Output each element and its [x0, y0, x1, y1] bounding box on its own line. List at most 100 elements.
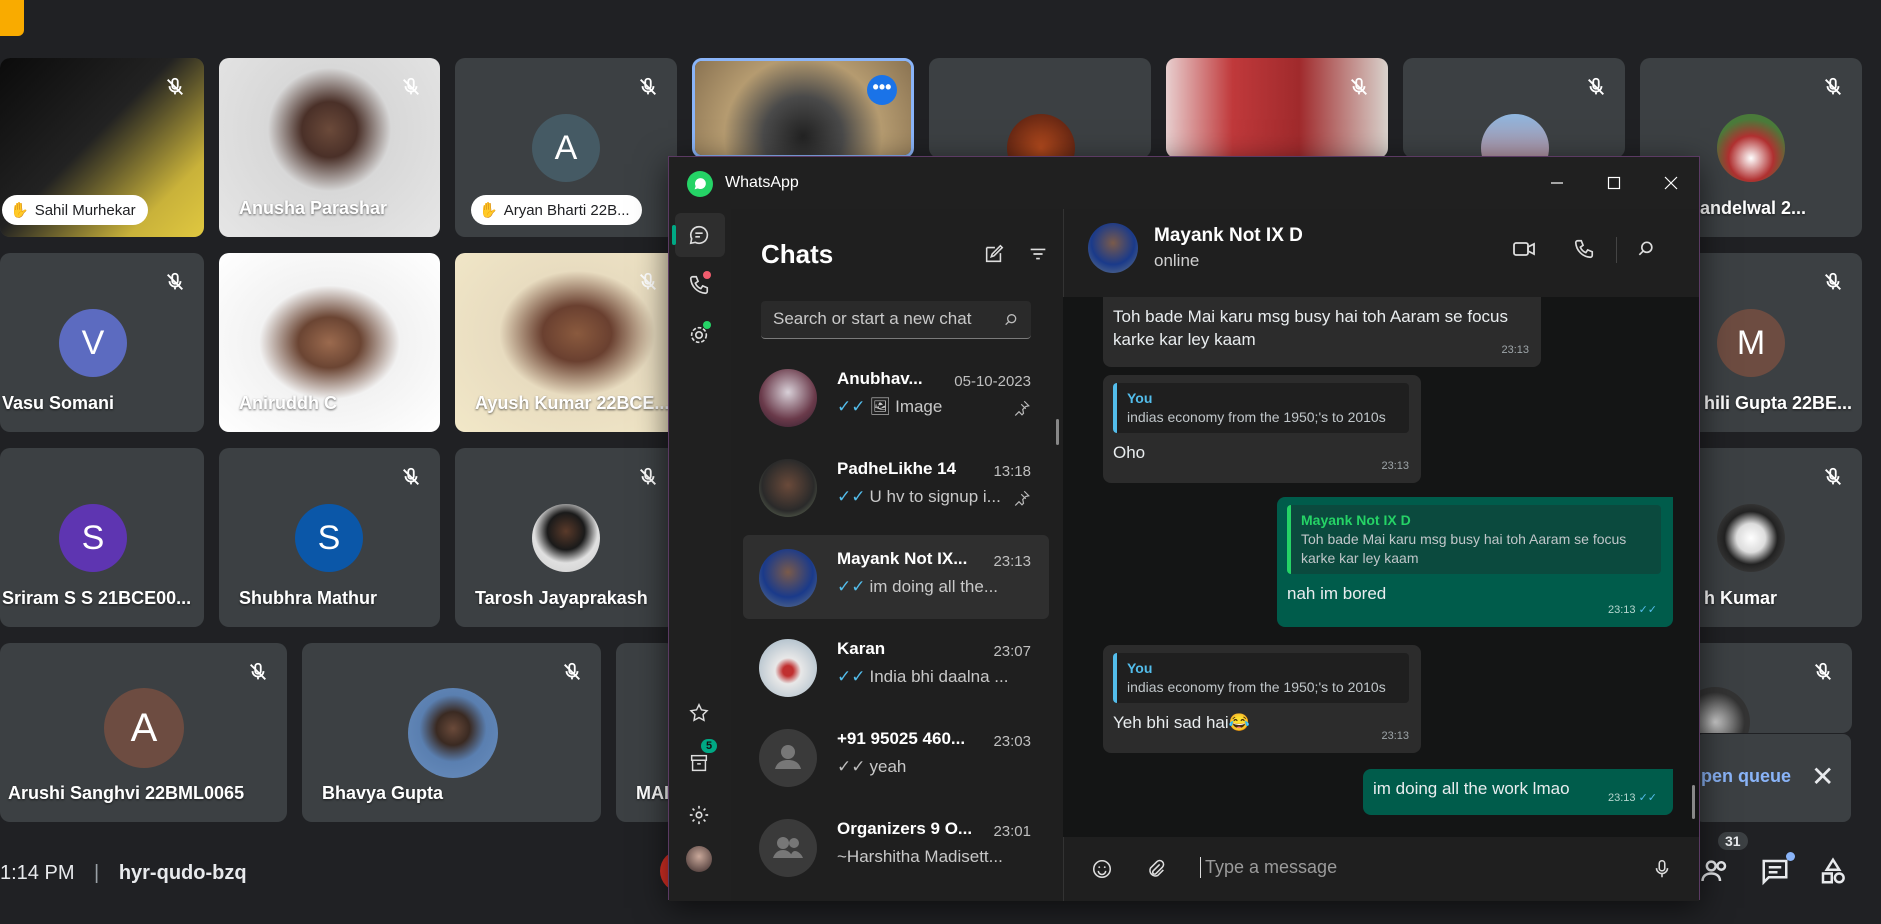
chat-preview-text: U hv to signup i...: [869, 487, 1001, 506]
participant-name: Ayush Kumar 22BCE...: [475, 393, 670, 413]
mic-off-icon: [403, 467, 419, 485]
shapes-icon: [1821, 857, 1845, 884]
message-time: 23:13: [1381, 730, 1409, 742]
people-button[interactable]: 31: [1700, 832, 1748, 892]
participant-tile[interactable]: ✋ Sahil Murhekar: [0, 58, 204, 237]
chat-list-item[interactable]: +91 95025 460... 23:03 ✓✓ yeah: [743, 715, 1049, 799]
conversation-header[interactable]: Mayank Not IX D online: [1063, 209, 1699, 297]
message-bubble-incoming[interactable]: Toh bade Mai karu msg busy hai toh Aaram…: [1103, 297, 1541, 367]
voice-call-button[interactable]: [1570, 235, 1598, 263]
message-bubble-outgoing[interactable]: Mayank Not IX D Toh bade Mai karu msg bus…: [1277, 497, 1673, 627]
close-icon: [1664, 176, 1678, 190]
participant-tile[interactable]: [1403, 58, 1625, 158]
whatsapp-window: WhatsApp 5 Chats Search or start a new c…: [668, 156, 1700, 901]
contact-avatar[interactable]: [1088, 223, 1138, 273]
participant-avatar: [1007, 114, 1075, 158]
notification-link[interactable]: pen queue: [1701, 766, 1791, 787]
participant-tile[interactable]: V Vasu Somani: [0, 253, 204, 432]
messages-scrollbar[interactable]: [1692, 785, 1695, 819]
more-options-icon[interactable]: •••: [867, 75, 897, 105]
read-ticks-icon: ✓✓: [837, 667, 866, 686]
quoted-message[interactable]: You indias economy from the 1950;'s to 20…: [1113, 383, 1409, 433]
chat-name: +91 95025 460...: [837, 729, 966, 748]
calls-tab[interactable]: [685, 271, 713, 299]
participant-name: Sriram S S 21BCE00...: [2, 588, 192, 608]
message-text: Toh bade Mai karu msg busy hai toh Aaram…: [1113, 307, 1508, 349]
chat-list-scrollbar[interactable]: [1056, 419, 1059, 445]
notification-card[interactable]: pen queue ✕: [1695, 734, 1851, 822]
chat-time: 23:03: [993, 733, 1031, 750]
participant-tile[interactable]: S Shubhra Mathur: [219, 448, 440, 627]
quoted-message[interactable]: Mayank Not IX D Toh bade Mai karu msg bus…: [1287, 505, 1661, 574]
chat-preview-text: yeah: [869, 757, 907, 776]
participant-name: Aniruddh C: [239, 393, 337, 413]
chats-tab[interactable]: [685, 221, 713, 249]
new-chat-button[interactable]: [983, 243, 1011, 271]
rail-active-indicator: [672, 225, 676, 245]
search-input[interactable]: Search or start a new chat: [761, 301, 1031, 339]
attach-button[interactable]: [1142, 855, 1170, 883]
participant-tile[interactable]: [1166, 58, 1388, 158]
activities-button[interactable]: [1818, 856, 1854, 892]
emoji-button[interactable]: [1088, 855, 1116, 883]
filter-button[interactable]: [1027, 243, 1055, 271]
voice-message-button[interactable]: [1648, 855, 1676, 883]
chat-list-item[interactable]: Organizers 9 O... 23:01 ~Harshitha Madis…: [743, 805, 1049, 889]
name-pill: ✋ Sahil Murhekar: [2, 195, 148, 225]
participant-tile[interactable]: Ayush Kumar 22BCE...: [455, 253, 677, 432]
chat-list-item[interactable]: Anubhav... 05-10-2023 ✓✓ 🖼 Image: [743, 355, 1049, 439]
maximize-button[interactable]: [1594, 167, 1634, 199]
notification-close-button[interactable]: ✕: [1811, 760, 1834, 793]
participant-tile[interactable]: MAI: [616, 643, 676, 822]
participant-tile[interactable]: S Sriram S S 21BCE00...: [0, 448, 204, 627]
mic-off-icon: [1825, 467, 1841, 485]
participant-tile[interactable]: Bhavya Gupta: [302, 643, 601, 822]
message-bubble-incoming[interactable]: You indias economy from the 1950;'s to 20…: [1103, 645, 1421, 753]
read-ticks-icon: ✓✓: [1638, 604, 1657, 616]
chat-preview-text: India bhi daalna ...: [869, 667, 1009, 686]
search-messages-button[interactable]: [1632, 235, 1660, 263]
message-composer: Type a message: [1063, 837, 1699, 901]
mic-off-icon: [167, 77, 183, 95]
participant-tile[interactable]: A ✋ Aryan Bharti 22B...: [455, 58, 677, 237]
close-button[interactable]: [1651, 167, 1691, 199]
video-call-button[interactable]: [1510, 235, 1538, 263]
participant-tile[interactable]: Aniruddh C: [219, 253, 440, 432]
participant-avatar: A: [532, 114, 600, 182]
chat-time: 23:01: [993, 823, 1031, 840]
video-camera-icon: [1513, 242, 1535, 256]
nav-rail: 5: [669, 209, 731, 901]
chat-list-item[interactable]: PadheLikhe 14 13:18 ✓✓ U hv to signup i..…: [743, 445, 1049, 529]
chat-list-item-selected[interactable]: Mayank Not IX... 23:13 ✓✓ im doing all th…: [743, 535, 1049, 619]
quote-author: You: [1127, 660, 1153, 676]
minimize-button[interactable]: [1537, 167, 1577, 199]
emoji-icon: [1092, 859, 1112, 879]
chat-preview: ✓✓ 🖼 Image: [837, 397, 1013, 417]
warning-chip[interactable]: [0, 0, 24, 36]
participant-tile[interactable]: Tarosh Jayaprakash: [455, 448, 677, 627]
message-bubble-incoming[interactable]: You indias economy from the 1950;'s to 20…: [1103, 375, 1421, 483]
chat-bubble-icon: [689, 225, 709, 245]
participant-tile-active[interactable]: •••: [692, 58, 914, 158]
title-bar: WhatsApp: [669, 157, 1699, 209]
messages-area[interactable]: Toh bade Mai karu msg busy hai toh Aaram…: [1063, 297, 1699, 837]
hand-icon: ✋: [479, 202, 498, 219]
participant-tile[interactable]: Anusha Parashar: [219, 58, 440, 237]
chat-button[interactable]: [1760, 852, 1796, 892]
quoted-message[interactable]: You indias economy from the 1950;'s to 20…: [1113, 653, 1409, 703]
settings-button[interactable]: [685, 801, 713, 829]
mic-off-icon: [640, 77, 656, 95]
archived-button[interactable]: 5: [685, 739, 718, 777]
profile-button[interactable]: [685, 845, 713, 873]
message-input[interactable]: Type a message: [1200, 857, 1337, 878]
mic-off-icon: [250, 662, 266, 680]
message-bubble-outgoing[interactable]: im doing all the work lmao 23:13 ✓✓: [1363, 769, 1673, 815]
participant-avatar: A: [104, 688, 184, 768]
chat-list-item[interactable]: Karan 23:07 ✓✓ India bhi daalna ...: [743, 625, 1049, 709]
window-title: WhatsApp: [725, 174, 799, 191]
participant-tile[interactable]: [929, 58, 1151, 158]
status-tab[interactable]: [685, 321, 713, 349]
participant-tile[interactable]: A Arushi Sanghvi 22BML0065: [0, 643, 287, 822]
starred-messages-button[interactable]: [685, 699, 713, 727]
profile-avatar: [686, 846, 712, 872]
